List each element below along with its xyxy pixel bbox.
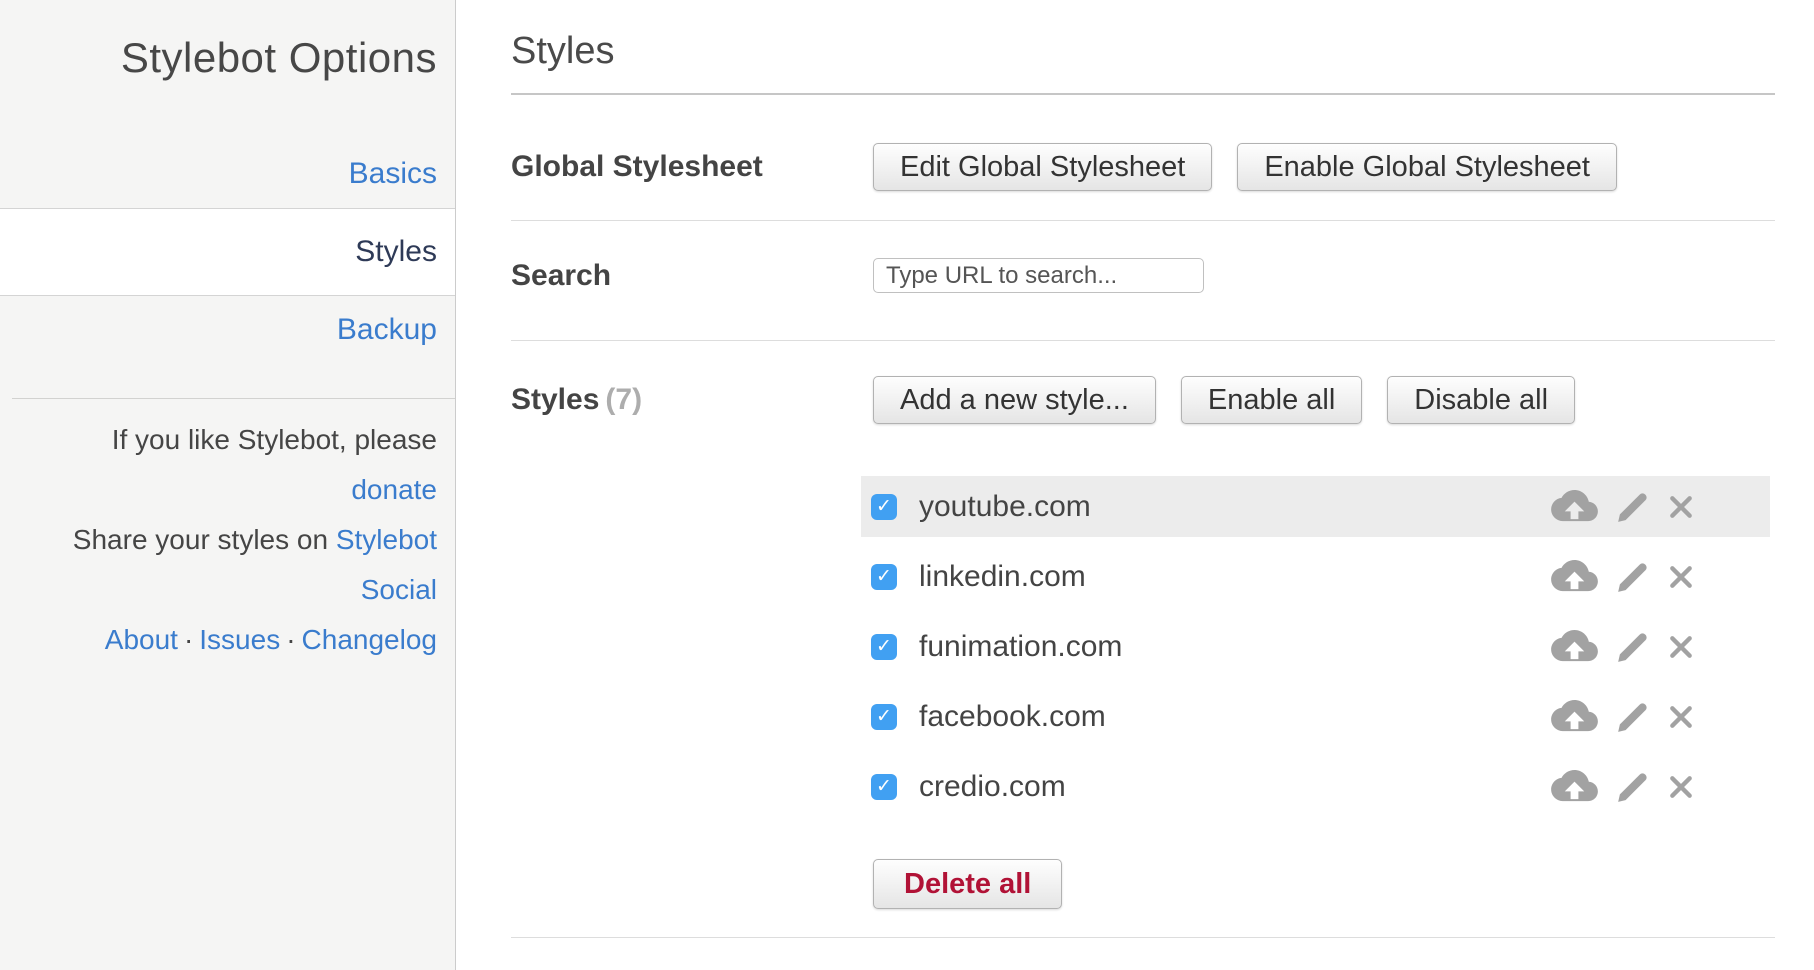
support-text: If you like Stylebot, please [10, 415, 437, 465]
style-row: ✓ funimation.com [861, 616, 1770, 677]
sidebar-nav: Basics Styles Backup [0, 140, 455, 364]
cloud-upload-icon[interactable] [1551, 628, 1598, 665]
add-new-style-button[interactable]: Add a new style... [873, 376, 1156, 424]
share-text: Share your styles on Stylebot [10, 515, 437, 565]
disable-all-button[interactable]: Disable all [1387, 376, 1575, 424]
search-label: Search [511, 259, 873, 293]
dot-separator: · [178, 624, 199, 655]
search-input[interactable] [873, 258, 1204, 293]
style-enabled-checkbox[interactable]: ✓ [871, 564, 897, 590]
search-section: Search [511, 221, 1775, 340]
style-enabled-checkbox[interactable]: ✓ [871, 774, 897, 800]
dot-separator: · [280, 624, 301, 655]
app-title: Stylebot Options [0, 0, 455, 82]
style-enabled-checkbox[interactable]: ✓ [871, 494, 897, 520]
enable-global-stylesheet-button[interactable]: Enable Global Stylesheet [1237, 143, 1617, 191]
cloud-upload-icon[interactable] [1551, 768, 1598, 805]
style-url: linkedin.com [919, 560, 1086, 594]
about-links-row: About·Issues·Changelog [10, 615, 437, 665]
checkmark-icon: ✓ [876, 497, 892, 516]
checkmark-icon: ✓ [876, 707, 892, 726]
issues-link[interactable]: Issues [199, 624, 280, 655]
edit-pencil-icon[interactable] [1614, 628, 1652, 666]
row-icons [1551, 768, 1770, 806]
page-title: Styles [511, 30, 1775, 93]
style-url: funimation.com [919, 630, 1122, 664]
styles-count-label: Styles(7) [511, 383, 873, 417]
style-row: ✓ linkedin.com [861, 546, 1770, 607]
delete-all-wrap: Delete all [873, 859, 1775, 909]
delete-all-button[interactable]: Delete all [873, 859, 1062, 909]
style-row: ✓ facebook.com [861, 686, 1770, 747]
delete-x-icon[interactable] [1668, 634, 1694, 660]
styles-count: (7) [605, 383, 642, 416]
cloud-upload-icon[interactable] [1551, 698, 1598, 735]
edit-pencil-icon[interactable] [1614, 558, 1652, 596]
changelog-link[interactable]: Changelog [302, 624, 437, 655]
checkmark-icon: ✓ [876, 567, 892, 586]
delete-x-icon[interactable] [1668, 564, 1694, 590]
global-stylesheet-label: Global Stylesheet [511, 150, 873, 184]
stylebot-social-link-line2[interactable]: Social [361, 574, 437, 605]
edit-pencil-icon[interactable] [1614, 768, 1652, 806]
stylebot-social-link[interactable]: Stylebot [336, 524, 437, 555]
global-stylesheet-section: Global Stylesheet Edit Global Stylesheet… [511, 95, 1775, 220]
row-icons [1551, 558, 1770, 596]
row-icons [1551, 698, 1770, 736]
style-enabled-checkbox[interactable]: ✓ [871, 704, 897, 730]
donate-link[interactable]: donate [351, 474, 437, 505]
delete-x-icon[interactable] [1668, 774, 1694, 800]
cloud-upload-icon[interactable] [1551, 488, 1598, 525]
sidebar-item-backup[interactable]: Backup [0, 296, 455, 364]
cloud-upload-icon[interactable] [1551, 558, 1598, 595]
style-enabled-checkbox[interactable]: ✓ [871, 634, 897, 660]
about-link[interactable]: About [105, 624, 178, 655]
style-row: ✓ youtube.com [861, 476, 1770, 537]
bottom-rule [511, 937, 1775, 938]
delete-x-icon[interactable] [1668, 704, 1694, 730]
sidebar: Stylebot Options Basics Styles Backup If… [0, 0, 456, 970]
checkmark-icon: ✓ [876, 777, 892, 796]
sidebar-item-styles[interactable]: Styles [0, 208, 455, 296]
edit-global-stylesheet-button[interactable]: Edit Global Stylesheet [873, 143, 1212, 191]
edit-pencil-icon[interactable] [1614, 698, 1652, 736]
delete-x-icon[interactable] [1668, 494, 1694, 520]
sidebar-footer: If you like Stylebot, please donate Shar… [0, 399, 455, 665]
main-content: Styles Global Stylesheet Edit Global Sty… [456, 0, 1814, 970]
style-url: facebook.com [919, 700, 1106, 734]
styles-list: ✓ youtube.com ✓ linkedin.com [861, 476, 1770, 817]
edit-pencil-icon[interactable] [1614, 488, 1652, 526]
styles-section-header: Styles(7) Add a new style... Enable all … [511, 341, 1775, 424]
style-url: credio.com [919, 770, 1066, 804]
row-icons [1551, 488, 1770, 526]
style-row: ✓ credio.com [861, 756, 1770, 817]
checkmark-icon: ✓ [876, 637, 892, 656]
row-icons [1551, 628, 1770, 666]
enable-all-button[interactable]: Enable all [1181, 376, 1362, 424]
style-url: youtube.com [919, 490, 1091, 524]
sidebar-item-basics[interactable]: Basics [0, 140, 455, 208]
